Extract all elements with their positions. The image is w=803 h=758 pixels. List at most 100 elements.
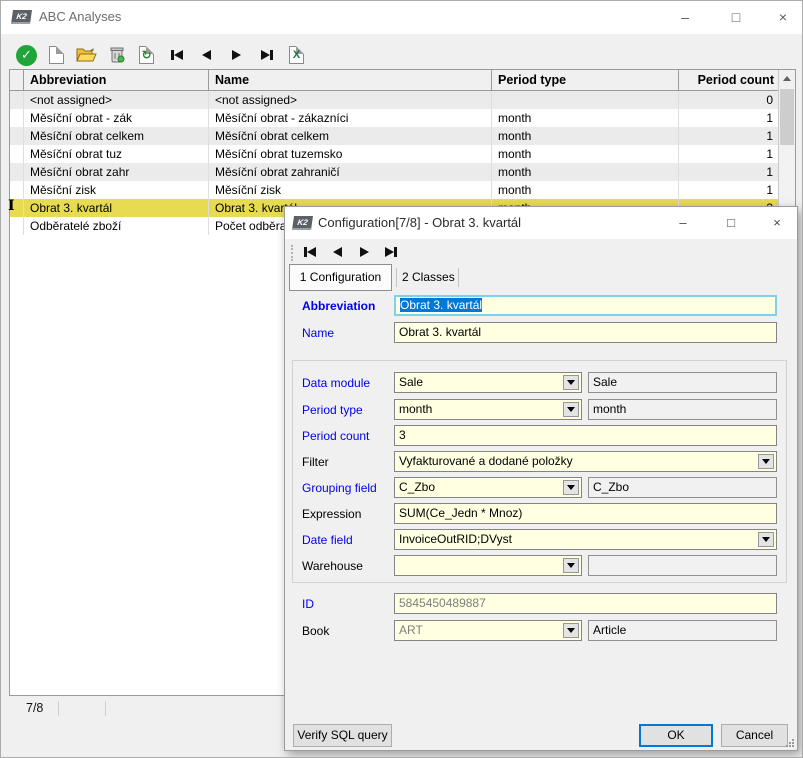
abbreviation-input[interactable]: Obrat 3. kvartál (394, 295, 777, 316)
row-selector-cell[interactable] (10, 163, 24, 181)
period_count-input[interactable]: 3 (394, 425, 777, 446)
resize-grip[interactable] (785, 738, 794, 747)
dialog-close-button[interactable]: × (763, 212, 791, 234)
table-cell[interactable]: month (492, 145, 679, 163)
warehouse-combo[interactable] (394, 555, 582, 576)
first-icon[interactable] (299, 242, 321, 262)
previous-icon[interactable] (326, 242, 348, 262)
table-cell[interactable]: month (492, 181, 679, 199)
table-cell[interactable]: <not assigned> (209, 91, 492, 109)
warehouse-label: Warehouse (302, 559, 363, 573)
next-icon[interactable] (353, 242, 375, 262)
table-row[interactable]: Měsíční obrat tuzMěsíční obrat tuzemskom… (10, 145, 779, 163)
table-cell[interactable]: Měsíční zisk (24, 181, 209, 199)
data_module-combo[interactable]: Sale (394, 372, 582, 393)
row-selector-cell[interactable] (10, 145, 24, 163)
table-cell[interactable]: Obrat 3. kvartál (24, 199, 209, 217)
table-row[interactable]: Měsíční ziskMěsíční ziskmonth1 (10, 181, 779, 199)
verify-sql-query-button[interactable]: Verify SQL query (293, 724, 392, 747)
period_type-display[interactable]: month (588, 399, 777, 420)
scrollbar-thumb[interactable] (780, 89, 794, 145)
row-selector-cell[interactable] (10, 217, 24, 235)
close-button[interactable]: × (767, 6, 799, 29)
data_module-display[interactable]: Sale (588, 372, 777, 393)
table-cell[interactable]: Odběratelé zboží (24, 217, 209, 235)
next-icon[interactable] (225, 44, 248, 67)
open-icon[interactable] (75, 44, 98, 67)
row-selector-cell[interactable] (10, 127, 24, 145)
table-row[interactable]: Měsíční obrat celkemMěsíční obrat celkem… (10, 127, 779, 145)
table-row[interactable]: <not assigned><not assigned> 0 (10, 91, 779, 109)
table-cell[interactable]: 1 (679, 181, 779, 199)
header-name[interactable]: Name (209, 70, 492, 90)
previous-icon[interactable] (195, 44, 218, 67)
minimize-button[interactable]: – (669, 6, 701, 29)
id-input[interactable]: 5845450489887 (394, 593, 777, 614)
last-icon[interactable] (380, 242, 402, 262)
dropdown-button[interactable] (563, 480, 579, 495)
tab-configuration[interactable]: 1 Configuration (289, 264, 392, 291)
table-cell[interactable]: Měsíční obrat - zákazníci (209, 109, 492, 127)
table-cell[interactable]: <not assigned> (24, 91, 209, 109)
delete-icon[interactable] (105, 44, 128, 67)
scroll-up-button[interactable] (779, 70, 795, 87)
new-icon[interactable] (45, 44, 68, 67)
last-icon[interactable] (255, 44, 278, 67)
table-cell[interactable]: Měsíční zisk (209, 181, 492, 199)
table-row[interactable]: Měsíční obrat - zákMěsíční obrat - zákaz… (10, 109, 779, 127)
period_count-label: Period count (302, 429, 369, 443)
dropdown-button[interactable] (758, 532, 774, 547)
table-cell[interactable]: 1 (679, 109, 779, 127)
first-icon[interactable] (165, 44, 188, 67)
dialog-maximize-button[interactable]: □ (717, 212, 745, 234)
table-cell[interactable]: Měsíční obrat tuz (24, 145, 209, 163)
table-cell[interactable]: month (492, 163, 679, 181)
dropdown-button[interactable] (758, 454, 774, 469)
table-cell[interactable]: 1 (679, 145, 779, 163)
table-cell[interactable]: Měsíční obrat tuzemsko (209, 145, 492, 163)
cancel-button[interactable]: Cancel (721, 724, 788, 747)
book-combo[interactable]: ART (394, 620, 582, 641)
tab-classes[interactable]: 2 Classes (402, 264, 455, 291)
table-cell[interactable]: Měsíční obrat zahraničí (209, 163, 492, 181)
table-cell[interactable]: month (492, 127, 679, 145)
filter-combo[interactable]: Vyfakturované a dodané položky (394, 451, 777, 472)
table-cell[interactable]: 1 (679, 163, 779, 181)
header-period-type[interactable]: Period type (492, 70, 679, 90)
left-triangle-glyph (174, 50, 183, 60)
row-selector-cell[interactable] (10, 91, 24, 109)
field-row-warehouse: Warehouse (302, 555, 780, 577)
expression-input[interactable]: SUM(Ce_Jedn * Mnoz) (394, 503, 777, 524)
warehouse-display[interactable] (588, 555, 777, 576)
dialog-minimize-button[interactable]: – (669, 212, 697, 234)
table-cell[interactable]: Měsíční obrat - zák (24, 109, 209, 127)
table-cell[interactable]: 1 (679, 127, 779, 145)
table-cell[interactable]: 0 (679, 91, 779, 109)
table-cell[interactable] (492, 91, 679, 109)
grouping_field-combo[interactable]: C_Zbo (394, 477, 582, 498)
table-row[interactable]: Měsíční obrat zahrMěsíční obrat zahranič… (10, 163, 779, 181)
table-cell[interactable]: Měsíční obrat celkem (24, 127, 209, 145)
confirm-icon[interactable]: ✓ (15, 44, 38, 67)
maximize-button[interactable]: □ (720, 6, 752, 29)
book-display[interactable]: Article (588, 620, 777, 641)
grouping_field-display[interactable]: C_Zbo (588, 477, 777, 498)
table-cell[interactable]: Měsíční obrat zahr (24, 163, 209, 181)
row-selector-cell[interactable] (10, 181, 24, 199)
date_field-combo[interactable]: InvoiceOutRID;DVyst (394, 529, 777, 550)
period_type-combo[interactable]: month (394, 399, 582, 420)
excel-export-icon[interactable]: X (285, 44, 308, 67)
dropdown-button[interactable] (563, 375, 579, 390)
row-selector-cell[interactable] (10, 109, 24, 127)
dropdown-button[interactable] (563, 558, 579, 573)
toolbar-grip[interactable] (291, 245, 293, 261)
header-period-count[interactable]: Period count (679, 70, 779, 90)
dropdown-button[interactable] (563, 402, 579, 417)
table-cell[interactable]: Měsíční obrat celkem (209, 127, 492, 145)
ok-button[interactable]: OK (639, 724, 713, 747)
dropdown-button[interactable] (563, 623, 579, 638)
refresh-icon[interactable]: ↻ (135, 44, 158, 67)
name-input[interactable]: Obrat 3. kvartál (394, 322, 777, 343)
header-abbreviation[interactable]: Abbreviation (24, 70, 209, 90)
table-cell[interactable]: month (492, 109, 679, 127)
